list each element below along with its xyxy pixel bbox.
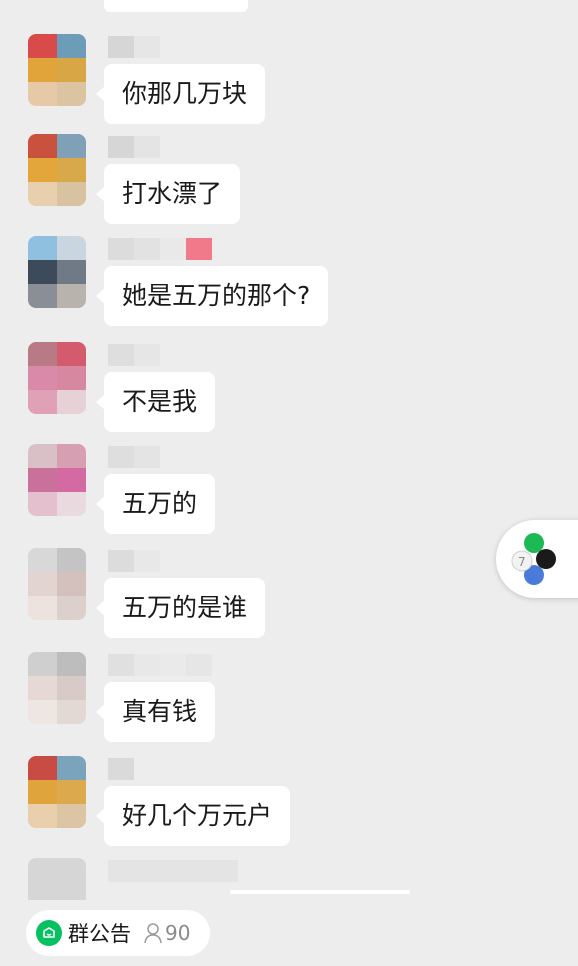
member-count: 90 <box>165 921 191 945</box>
group-notice-label: 群公告 <box>68 922 131 946</box>
avatar[interactable] <box>28 444 86 516</box>
announcement-icon <box>36 920 62 946</box>
next-message-bubble-edge <box>230 890 410 894</box>
group-notice-button[interactable]: 群公告 90 <box>26 910 210 956</box>
list-item: 她是五万的那个? <box>0 236 578 336</box>
message-bubble[interactable]: 她是五万的那个? <box>95 266 329 326</box>
chat-message-list[interactable]: 你那几万块 打水漂了 她是五万的那个? 不是我 五万的 五万的是谁 真有钱 好几… <box>0 0 578 900</box>
sender-name-blurred <box>108 36 160 58</box>
message-bubble[interactable]: 你那几万块 <box>95 64 266 124</box>
list-item: 不是我 <box>0 342 578 442</box>
previous-message-bubble-edge <box>104 0 248 12</box>
message-bubble[interactable]: 打水漂了 <box>95 164 241 224</box>
message-bubble[interactable]: 真有钱 <box>95 682 216 742</box>
person-icon <box>144 923 162 944</box>
sender-name-blurred <box>108 446 160 468</box>
floating-color-dots-button[interactable]: 7 <box>496 520 578 598</box>
sender-name-blurred <box>108 136 160 158</box>
color-dots-icon: 7 <box>511 533 556 585</box>
list-item: 好几个万元户 <box>0 756 578 856</box>
message-bubble[interactable]: 五万的 <box>95 474 216 534</box>
avatar[interactable] <box>28 548 86 620</box>
message-bubble[interactable]: 好几个万元户 <box>95 786 291 846</box>
list-item: 打水漂了 <box>0 134 578 234</box>
avatar[interactable] <box>28 134 86 206</box>
avatar[interactable] <box>28 652 86 724</box>
sender-name-blurred <box>108 654 212 676</box>
sender-name-blurred <box>108 238 212 260</box>
list-item: 五万的是谁 <box>0 548 578 648</box>
sender-name-blurred <box>108 758 134 780</box>
svg-text:7: 7 <box>518 555 526 569</box>
avatar[interactable] <box>28 756 86 828</box>
list-item: 你那几万块 <box>0 34 578 134</box>
avatar[interactable] <box>28 236 86 308</box>
sender-name-blurred <box>108 550 160 572</box>
message-bubble[interactable]: 不是我 <box>95 372 216 432</box>
avatar[interactable] <box>28 34 86 106</box>
avatar[interactable] <box>28 858 86 900</box>
list-item: 真有钱 <box>0 652 578 752</box>
message-bubble[interactable]: 五万的是谁 <box>95 578 266 638</box>
sender-name-blurred <box>108 344 160 366</box>
list-item: 五万的 <box>0 444 578 544</box>
sender-name-blurred <box>108 860 238 882</box>
avatar[interactable] <box>28 342 86 414</box>
